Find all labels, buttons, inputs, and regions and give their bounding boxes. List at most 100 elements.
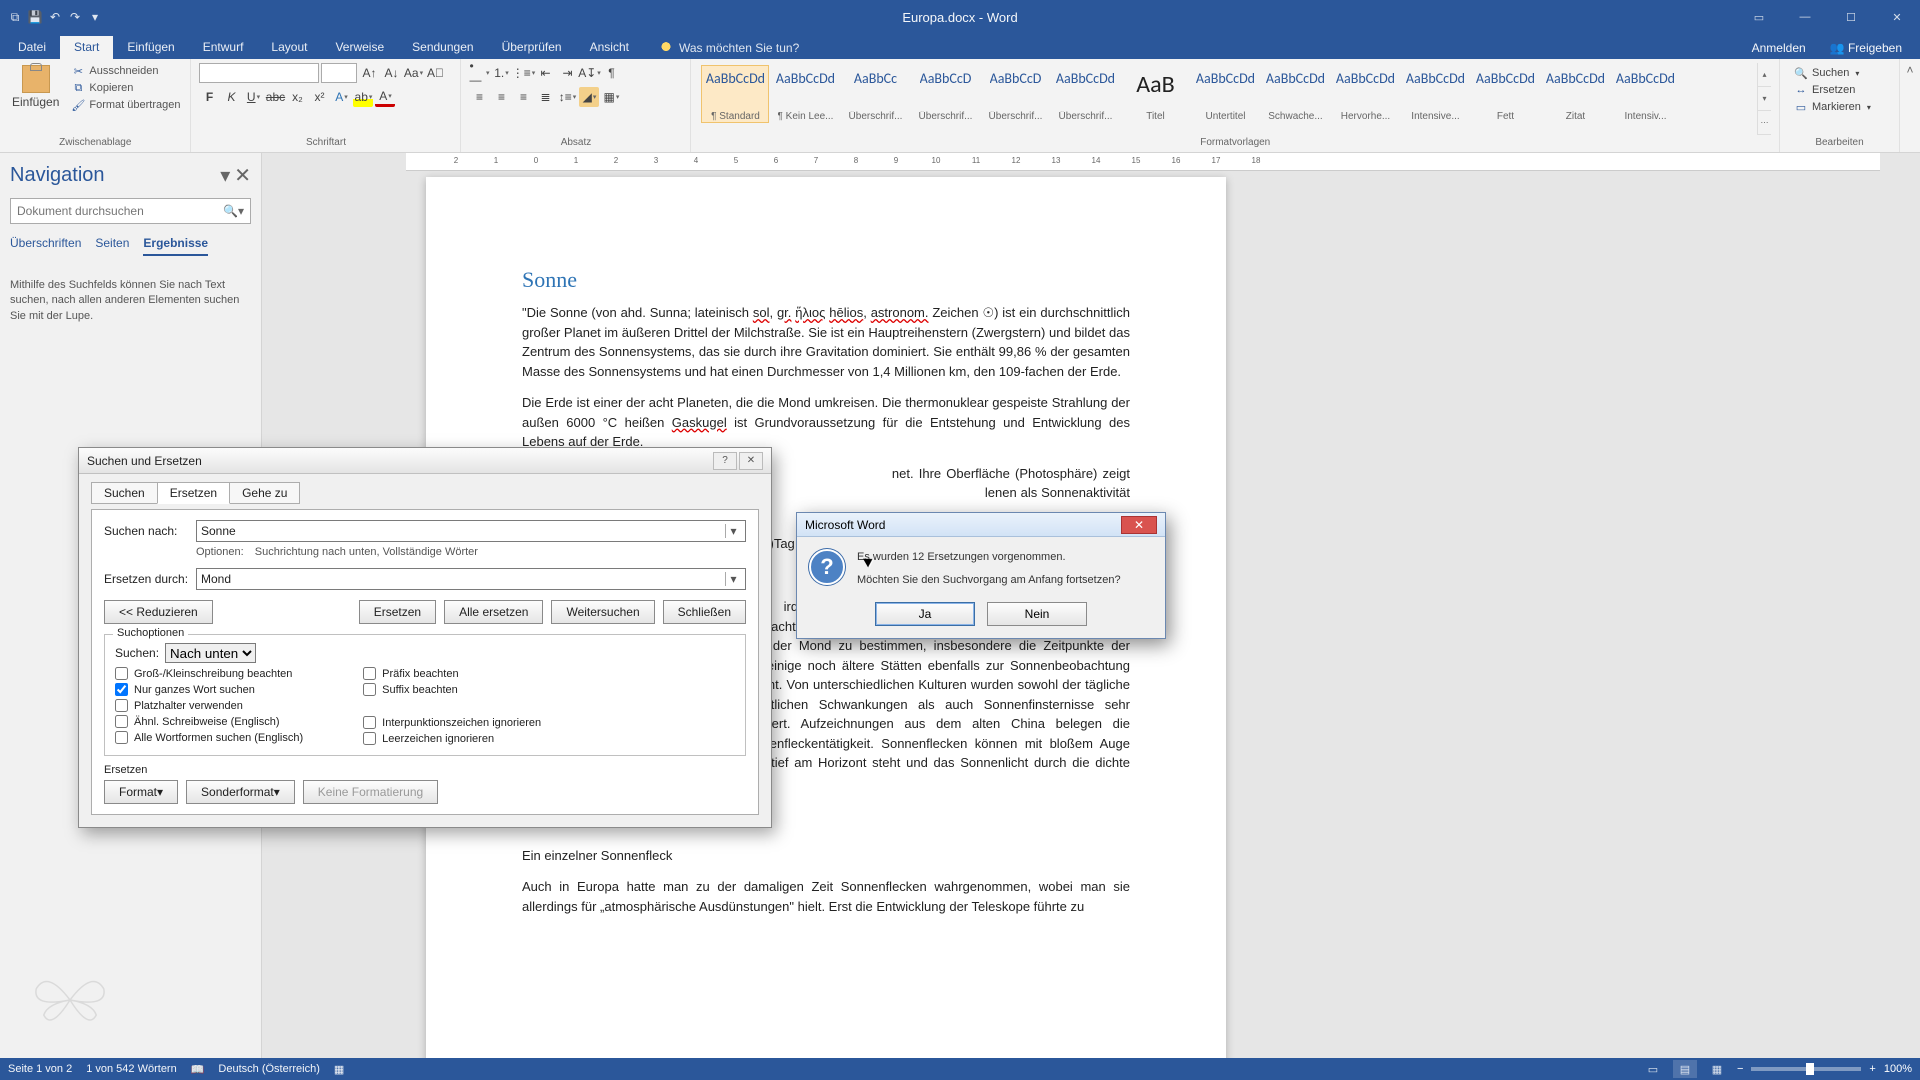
replace-with-input[interactable]: Mond▾: [196, 568, 746, 590]
show-marks-icon[interactable]: ¶: [601, 63, 621, 83]
web-layout-icon[interactable]: ▦: [1705, 1060, 1729, 1078]
styles-gallery[interactable]: AaBbCcDd¶ StandardAaBbCcDd¶ Kein Lee...A…: [699, 63, 1771, 135]
outdent-icon[interactable]: ⇤: [535, 63, 555, 83]
superscript-icon[interactable]: x²: [309, 87, 329, 107]
style-item[interactable]: AaBbCcDd¶ Standard: [701, 65, 769, 123]
search-for-input[interactable]: Sonne▾: [196, 520, 746, 542]
find-replace-dialog[interactable]: Suchen und Ersetzen ? ✕ Suchen Ersetzen …: [78, 447, 772, 828]
chevron-down-icon[interactable]: ▾: [725, 572, 741, 586]
minimize-icon[interactable]: —: [1782, 0, 1828, 34]
special-button[interactable]: Sonderformat ▾: [186, 780, 295, 804]
style-item[interactable]: AaBbCcDdIntensiv...: [1611, 65, 1679, 123]
close-icon[interactable]: ✕: [739, 452, 763, 470]
read-mode-icon[interactable]: ▭: [1641, 1060, 1665, 1078]
chk-wildcard[interactable]: Platzhalter verwenden: [115, 699, 303, 712]
multilevel-icon[interactable]: ⋮≡: [513, 63, 533, 83]
no-button[interactable]: Nein: [987, 602, 1087, 626]
msgbox-titlebar[interactable]: Microsoft Word ✕: [797, 513, 1165, 537]
nav-search[interactable]: 🔍▾: [10, 198, 251, 224]
select-button[interactable]: ▭Markieren▾: [1792, 99, 1887, 115]
collapse-ribbon-icon[interactable]: ˄: [1900, 59, 1920, 152]
font-size-input[interactable]: [321, 63, 357, 83]
shrink-font-icon[interactable]: A↓: [381, 63, 401, 83]
tab-layout[interactable]: Layout: [257, 36, 321, 59]
search-icon[interactable]: 🔍▾: [223, 204, 244, 218]
find-next-button[interactable]: Weitersuchen: [551, 600, 654, 624]
tab-search[interactable]: Suchen: [91, 482, 158, 504]
style-item[interactable]: AaBbCcDdZitat: [1541, 65, 1609, 123]
font-color-icon[interactable]: A: [375, 87, 395, 107]
less-button[interactable]: << Reduzieren: [104, 600, 213, 624]
highlight-icon[interactable]: ab: [353, 87, 373, 107]
nav-tab-pages[interactable]: Seiten: [95, 236, 129, 256]
style-item[interactable]: AaBbCcDd¶ Kein Lee...: [771, 65, 839, 123]
tell-me[interactable]: Was möchten Sie tun?: [649, 37, 809, 59]
zoom-level[interactable]: 100%: [1884, 1063, 1912, 1075]
style-item[interactable]: AaBbCcDÜberschrif...: [981, 65, 1049, 123]
chk-sounds-like[interactable]: Ähnl. Schreibweise (Englisch): [115, 715, 303, 728]
align-left-icon[interactable]: ≡: [469, 87, 489, 107]
format-button[interactable]: Format ▾: [104, 780, 178, 804]
qat-more-icon[interactable]: ▾: [88, 10, 102, 24]
copy-button[interactable]: ⧉Kopieren: [69, 80, 182, 96]
message-box[interactable]: Microsoft Word ✕ ? Es wurden 12 Ersetzun…: [796, 512, 1166, 639]
yes-button[interactable]: Ja: [875, 602, 975, 626]
status-page[interactable]: Seite 1 von 2: [8, 1063, 72, 1075]
chk-suffix[interactable]: Suffix beachten: [363, 683, 541, 696]
redo-icon[interactable]: ↷: [68, 10, 82, 24]
nav-close-icon[interactable]: ✕: [234, 163, 251, 188]
underline-icon[interactable]: U: [243, 87, 263, 107]
chk-case[interactable]: Groß-/Kleinschreibung beachten: [115, 667, 303, 680]
style-item[interactable]: AaBbCcÜberschrif...: [841, 65, 909, 123]
style-item[interactable]: AaBbCcDdHervorhe...: [1331, 65, 1399, 123]
borders-icon[interactable]: ▦: [601, 87, 621, 107]
align-right-icon[interactable]: ≡: [513, 87, 533, 107]
no-formatting-button[interactable]: Keine Formatierung: [303, 780, 438, 804]
text-effects-icon[interactable]: A: [331, 87, 351, 107]
zoom-out-icon[interactable]: −: [1737, 1063, 1743, 1075]
horizontal-ruler[interactable]: 210123456789101112131415161718: [406, 153, 1880, 171]
font-name-input[interactable]: [199, 63, 319, 83]
indent-icon[interactable]: ⇥: [557, 63, 577, 83]
chk-whitespace[interactable]: Leerzeichen ignorieren: [363, 732, 541, 745]
style-item[interactable]: AaBTitel: [1121, 65, 1189, 123]
nav-dropdown-icon[interactable]: ▾: [220, 163, 230, 188]
share-button[interactable]: 👥 Freigeben: [1820, 37, 1912, 59]
tab-mailings[interactable]: Sendungen: [398, 36, 487, 59]
tab-replace[interactable]: Ersetzen: [157, 482, 230, 504]
tab-view[interactable]: Ansicht: [576, 36, 643, 59]
line-spacing-icon[interactable]: ↕≡: [557, 87, 577, 107]
close-icon[interactable]: ✕: [1121, 516, 1157, 534]
justify-icon[interactable]: ≣: [535, 87, 555, 107]
dialog-titlebar[interactable]: Suchen und Ersetzen ? ✕: [79, 448, 771, 474]
maximize-icon[interactable]: ☐: [1828, 0, 1874, 34]
nav-tab-results[interactable]: Ergebnisse: [143, 236, 208, 256]
replace-button[interactable]: Ersetzen: [359, 600, 436, 624]
numbering-icon[interactable]: 1.: [491, 63, 511, 83]
nav-search-input[interactable]: [17, 204, 223, 218]
ribbon-display-icon[interactable]: ▭: [1736, 0, 1782, 34]
status-language[interactable]: Deutsch (Österreich): [218, 1063, 319, 1075]
chk-whole-word[interactable]: Nur ganzes Wort suchen: [115, 683, 303, 696]
tab-file[interactable]: Datei: [4, 36, 60, 59]
proofing-icon[interactable]: 📖: [191, 1063, 205, 1076]
save-icon[interactable]: 💾: [28, 10, 42, 24]
grow-font-icon[interactable]: A↑: [359, 63, 379, 83]
search-direction-select[interactable]: Nach unten: [165, 643, 256, 663]
gallery-scroll[interactable]: ▴▾⋯: [1757, 63, 1771, 135]
signin-button[interactable]: Anmelden: [1742, 37, 1816, 59]
style-item[interactable]: AaBbCcDdUntertitel: [1191, 65, 1259, 123]
sort-icon[interactable]: A↧: [579, 63, 599, 83]
replace-button[interactable]: ↔Ersetzen: [1792, 82, 1887, 98]
clear-format-icon[interactable]: A⃠: [425, 63, 445, 83]
format-painter-button[interactable]: 🖌Format übertragen: [69, 97, 182, 113]
strike-icon[interactable]: abc: [265, 87, 285, 107]
tab-goto[interactable]: Gehe zu: [229, 482, 300, 504]
replace-all-button[interactable]: Alle ersetzen: [444, 600, 543, 624]
nav-tab-headings[interactable]: Überschriften: [10, 236, 81, 256]
close-icon[interactable]: ✕: [1874, 0, 1920, 34]
chk-word-forms[interactable]: Alle Wortformen suchen (Englisch): [115, 731, 303, 744]
align-center-icon[interactable]: ≡: [491, 87, 511, 107]
chevron-down-icon[interactable]: ▾: [725, 524, 741, 538]
help-icon[interactable]: ?: [713, 452, 737, 470]
